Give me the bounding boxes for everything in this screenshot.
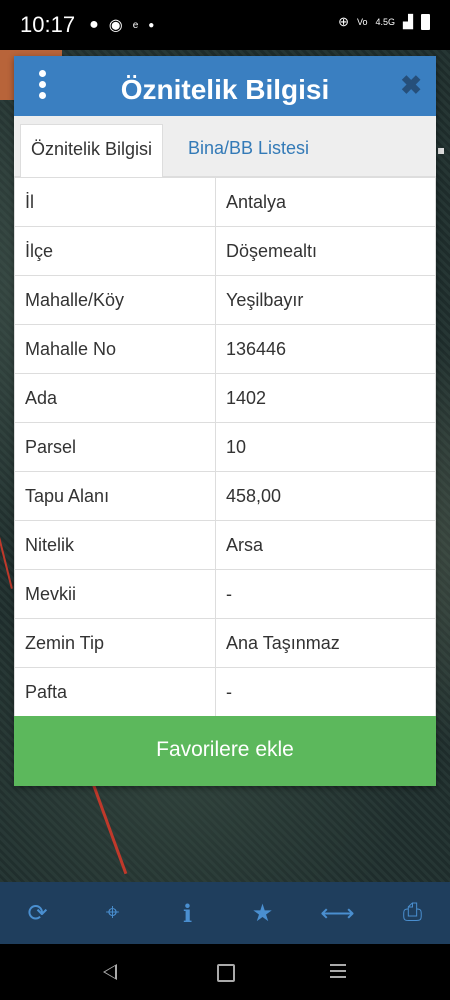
attribute-table: İl Antalya İlçe Döşemealtı Mahalle/Köy Yeşilb… [14,177,436,717]
tab-building-list[interactable]: Bina/BB Listesi [178,124,319,176]
table-row: Zemin Tip Ana Taşınmaz [14,618,436,668]
attribute-value: Antalya [215,177,436,227]
bottom-toolbar: ⟳ ⌖ i ★ ⟷ ⎙ [0,882,450,944]
add-favorite-button[interactable]: Favorilere ekle [14,716,436,786]
attribute-key: Mevkii [14,569,216,619]
table-row: Ada 1402 [14,373,436,423]
battery-icon [421,14,430,30]
table-row: Mahalle No 136446 [14,324,436,374]
attribute-key: Zemin Tip [14,618,216,668]
table-row: Mevkii - [14,569,436,619]
emlak-icon: e [132,19,139,31]
attribute-value: 136446 [215,324,436,374]
back-icon[interactable] [103,964,117,980]
table-row: İl Antalya [14,177,436,227]
attribute-key: İl [14,177,216,227]
attribute-dialog: Öznitelik Bilgisi ✖ Öznitelik Bilgisi Bi… [14,56,436,786]
dot-icon: ● [148,19,155,31]
attribute-key: Ada [14,373,216,423]
status-time: 10:17 [20,12,76,37]
attribute-key: Parsel [14,422,216,472]
attribute-value: Ana Taşınmaz [215,618,436,668]
attribute-value: Yeşilbayır [215,275,436,325]
attribute-key: Tapu Alanı [14,471,216,521]
signal-icon: ▟ [403,14,413,29]
network-label: 4.5G [375,17,395,27]
table-row: Mahalle/Köy Yeşilbayır [14,275,436,325]
android-nav-bar [0,944,450,1000]
tab-bar: Öznitelik Bilgisi Bina/BB Listesi [14,116,436,177]
attribute-value: Döşemealtı [215,226,436,276]
star-icon[interactable]: ★ [243,899,283,928]
attribute-key: Mahalle/Köy [14,275,216,325]
tab-attribute-info[interactable]: Öznitelik Bilgisi [20,124,164,177]
status-bar: 10:17 ● ◉ e ● ⊕ Vo 4.5G ▟ [0,0,450,50]
whatsapp-icon: ◉ [108,17,123,34]
dialog-header: Öznitelik Bilgisi ✖ [14,56,436,116]
data-saver-icon: ⊕ [338,14,349,29]
table-row: Pafta - [14,667,436,717]
info-icon[interactable]: i [168,899,208,928]
refresh-icon[interactable]: ⟳ [18,899,58,928]
attribute-value: - [215,667,436,717]
recents-icon[interactable] [330,964,346,982]
attribute-key: Mahalle No [14,324,216,374]
chat-icon: ● [89,16,99,33]
table-row: İlçe Döşemealtı [14,226,436,276]
attribute-value: - [215,569,436,619]
volte-icon: Vo [356,17,368,27]
measure-icon[interactable]: ⟷ [318,899,358,928]
locate-icon[interactable]: ⌖ [93,899,133,927]
table-row: Nitelik Arsa [14,520,436,570]
print-icon[interactable]: ⎙ [393,899,433,927]
attribute-key: İlçe [14,226,216,276]
attribute-value: Arsa [215,520,436,570]
attribute-value: 10 [215,422,436,472]
dialog-title: Öznitelik Bilgisi [120,74,330,105]
close-icon[interactable]: ✖ [400,70,422,101]
map-marker [438,148,444,154]
table-row: Tapu Alanı 458,00 [14,471,436,521]
table-row: Parsel 10 [14,422,436,472]
attribute-key: Nitelik [14,520,216,570]
attribute-key: Pafta [14,667,216,717]
attribute-value: 458,00 [215,471,436,521]
home-icon[interactable] [217,964,235,982]
attribute-value: 1402 [215,373,436,423]
